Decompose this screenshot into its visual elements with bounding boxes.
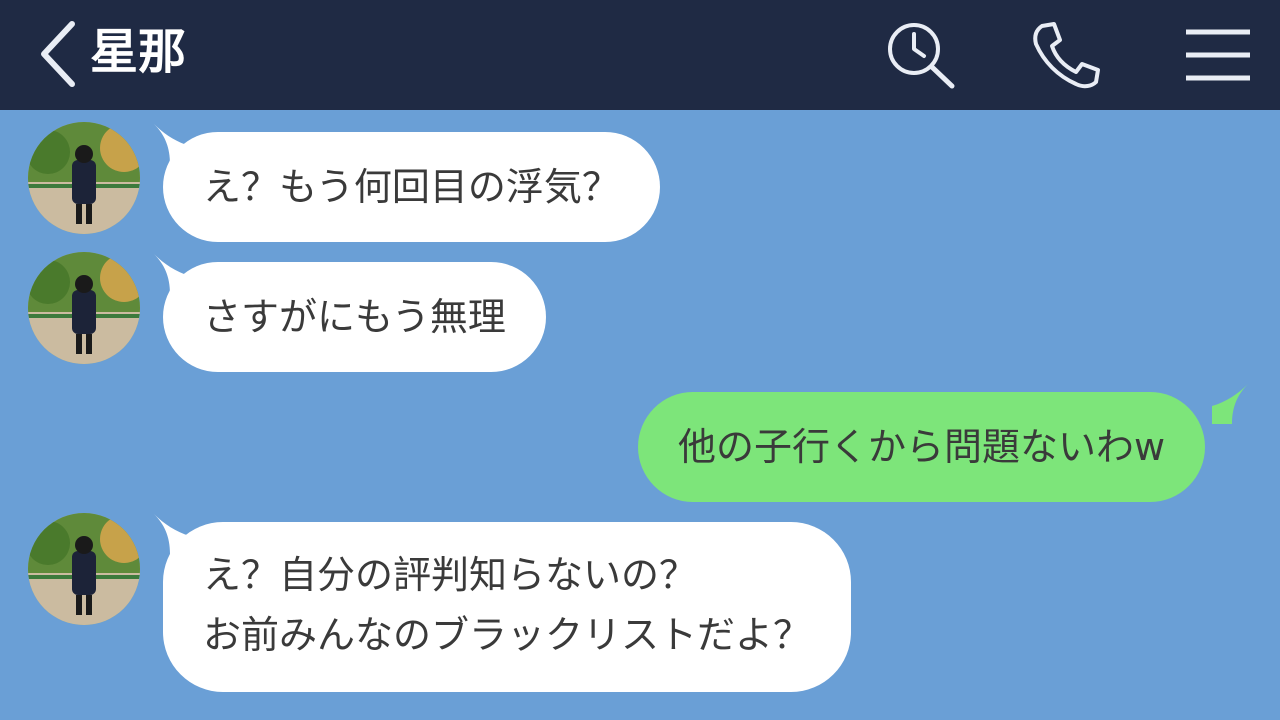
message-text-line: え？自分の評判知らないの？ xyxy=(203,553,698,597)
message-text-line: お前みんなのブラックリストだよ？ xyxy=(203,613,812,657)
contact-avatar[interactable] xyxy=(28,513,140,625)
message-bubble[interactable]: 他の子行くから問題ないわw xyxy=(638,392,1206,502)
chat-header: 星那 xyxy=(0,0,1280,110)
message-text: 他の子行くから問題ないわw xyxy=(678,425,1166,469)
message-text: さすがにもう無理 xyxy=(203,295,506,339)
chat-title: 星那 xyxy=(90,24,187,80)
search-history-icon[interactable] xyxy=(884,20,958,90)
chat-area: え？もう何回目の浮気？ さすがにもう無理 他の子行くから問題ないわw え？自分の… xyxy=(0,110,1280,720)
contact-avatar[interactable] xyxy=(28,252,140,364)
message-bubble[interactable]: さすがにもう無理 xyxy=(163,262,546,372)
message-bubble[interactable]: え？自分の評判知らないの？ お前みんなのブラックリストだよ？ xyxy=(163,522,852,692)
back-chevron-icon[interactable] xyxy=(36,18,80,90)
menu-icon[interactable] xyxy=(1184,26,1252,86)
message-bubble[interactable]: え？もう何回目の浮気？ xyxy=(163,132,660,242)
bubble-tail xyxy=(1212,384,1248,424)
phone-icon[interactable] xyxy=(1028,20,1104,90)
message-text: え？もう何回目の浮気？ xyxy=(203,165,620,209)
contact-avatar[interactable] xyxy=(28,122,140,234)
